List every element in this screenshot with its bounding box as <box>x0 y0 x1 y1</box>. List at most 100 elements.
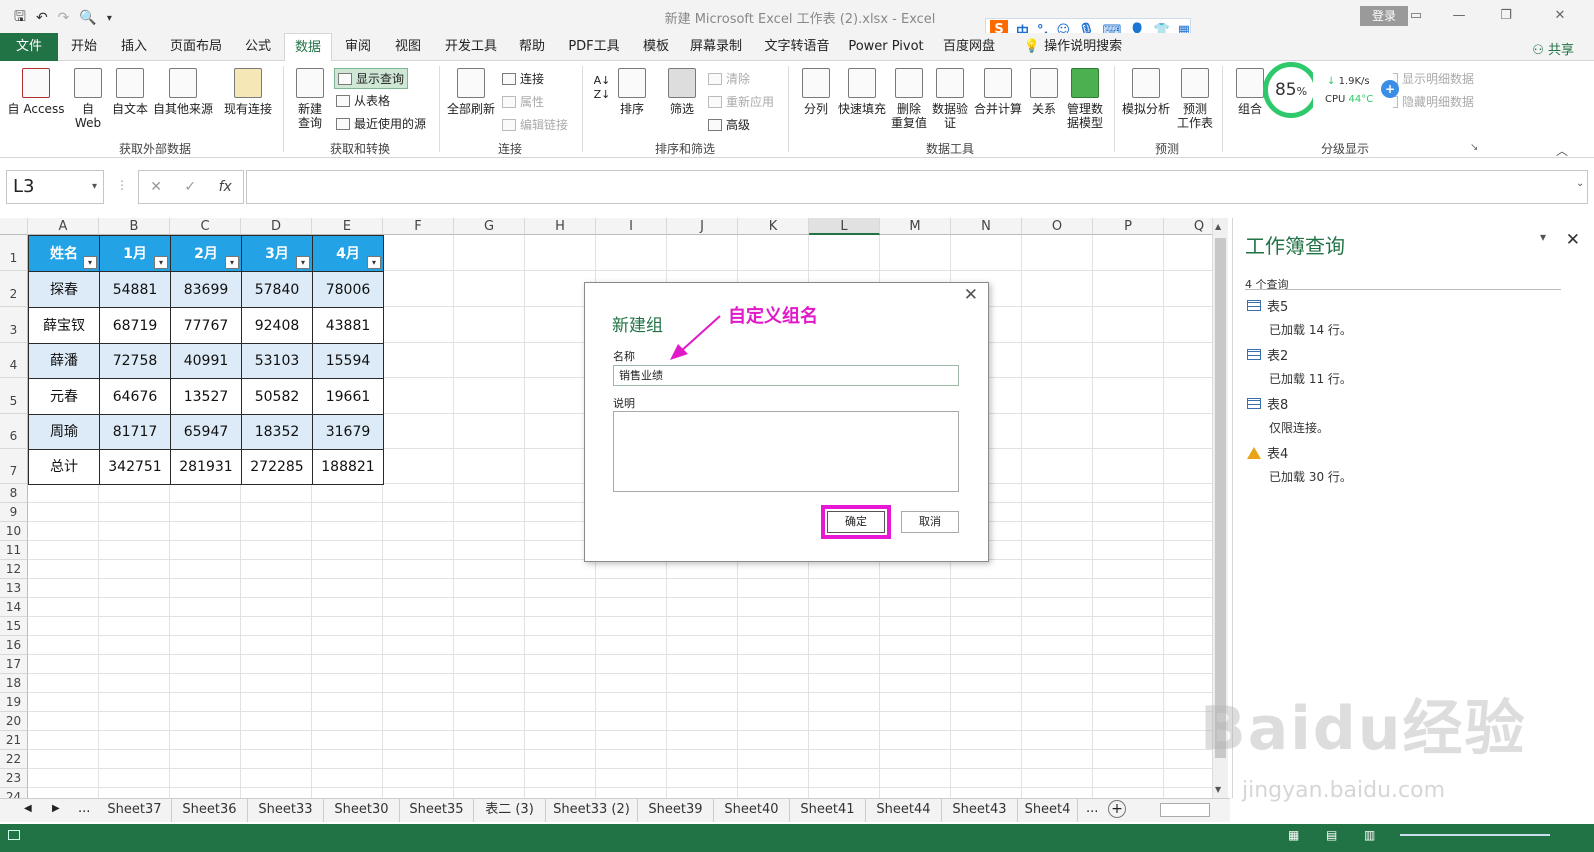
row-header[interactable]: 5 <box>0 378 28 414</box>
restore-icon[interactable]: ❐ <box>1494 6 1518 26</box>
name-box[interactable]: L3 ▾ <box>6 170 104 204</box>
more-sheets-right[interactable]: ... <box>1086 801 1098 816</box>
remove-duplicates-button[interactable]: 删除 重复值 <box>890 68 928 130</box>
cancel-icon[interactable]: ✕ <box>150 179 162 195</box>
from-other-sources-button[interactable]: 自其他来源 <box>152 68 214 116</box>
table-cell[interactable]: 77767 <box>170 307 242 344</box>
table-header-cell[interactable]: 姓名 ▾ <box>28 235 100 272</box>
table-cell[interactable]: 54881 <box>99 271 171 308</box>
tab-review[interactable]: 审阅 <box>338 33 378 61</box>
login-button[interactable]: 登录 <box>1360 6 1408 26</box>
tab-data[interactable]: 数据 <box>284 33 332 62</box>
table-cell[interactable]: 薛潘 <box>28 343 100 379</box>
sheet-tab[interactable]: Sheet41 <box>790 799 866 822</box>
collapse-ribbon-icon[interactable]: ︿ <box>1556 142 1568 159</box>
enter-icon[interactable]: ✓ <box>184 179 196 195</box>
row-header[interactable]: 10 <box>0 522 28 541</box>
row-header[interactable]: 20 <box>0 712 28 731</box>
insert-function-icon[interactable]: fx <box>219 179 232 195</box>
close-icon[interactable]: ✕ <box>1548 6 1572 26</box>
customize-qat-icon[interactable]: ▾ <box>107 13 112 24</box>
column-header[interactable]: M <box>880 218 951 235</box>
existing-connections-button[interactable]: 现有连接 <box>222 68 274 116</box>
forecast-sheet-button[interactable]: 预测 工作表 <box>1176 68 1214 130</box>
row-header[interactable]: 8 <box>0 484 28 503</box>
sheet-tab[interactable]: Sheet43 <box>942 799 1018 822</box>
table-header-cell[interactable]: 1月 ▾ <box>99 235 171 272</box>
redo-icon[interactable]: ↷ <box>58 10 70 26</box>
table-cell[interactable]: 57840 <box>241 271 313 308</box>
column-header[interactable]: P <box>1093 218 1164 235</box>
column-header[interactable]: J <box>667 218 738 235</box>
table-cell[interactable]: 50582 <box>241 378 313 415</box>
column-header[interactable]: Q <box>1164 218 1212 235</box>
boost-icon[interactable]: + <box>1381 80 1399 98</box>
scroll-up-icon[interactable]: ▲ <box>1215 222 1221 231</box>
row-header[interactable]: 16 <box>0 636 28 655</box>
sheet-tab[interactable]: Sheet36 <box>172 799 248 822</box>
page-break-view-icon[interactable]: ▥ <box>1364 828 1375 842</box>
table-cell[interactable]: 342751 <box>99 449 171 485</box>
table-cell[interactable]: 43881 <box>312 307 384 344</box>
row-header[interactable]: 12 <box>0 560 28 579</box>
from-access-button[interactable]: 自 Access <box>6 68 66 116</box>
table-cell[interactable]: 53103 <box>241 343 313 379</box>
column-header[interactable]: L <box>809 218 880 235</box>
description-textarea[interactable] <box>613 411 959 492</box>
column-header[interactable]: F <box>383 218 454 235</box>
column-header[interactable]: C <box>170 218 241 235</box>
sheet-tab[interactable]: Sheet40 <box>714 799 790 822</box>
macro-record-icon[interactable] <box>8 830 20 840</box>
column-header[interactable]: B <box>99 218 170 235</box>
row-header[interactable]: 22 <box>0 750 28 769</box>
tab-home[interactable]: 开始 <box>64 33 104 61</box>
table-cell[interactable]: 13527 <box>170 378 242 415</box>
row-header[interactable]: 2 <box>0 271 28 307</box>
row-header[interactable]: 24 <box>0 788 28 798</box>
row-header[interactable]: 11 <box>0 541 28 560</box>
column-header[interactable]: E <box>312 218 383 235</box>
undo-icon[interactable]: ↶ <box>36 10 48 26</box>
group-name-input[interactable]: 销售业绩 <box>613 365 959 386</box>
row-header[interactable]: 3 <box>0 307 28 343</box>
row-header[interactable]: 7 <box>0 449 28 484</box>
filter-dropdown-icon[interactable]: ▾ <box>225 256 239 269</box>
next-sheet-icon[interactable]: ▶ <box>52 803 60 814</box>
table-cell[interactable]: 薛宝钗 <box>28 307 100 344</box>
table-cell[interactable]: 总计 <box>28 449 100 485</box>
table-cell[interactable]: 81717 <box>99 414 171 450</box>
column-header[interactable]: A <box>28 218 99 235</box>
from-text-button[interactable]: 自文本 <box>110 68 150 116</box>
sheet-tab[interactable]: Sheet33 (2) <box>546 799 638 822</box>
sheet-tab[interactable]: Sheet39 <box>638 799 714 822</box>
reapply-button[interactable]: 重新应用 <box>708 93 774 110</box>
sheet-tab[interactable]: 表二 (3) <box>474 799 546 822</box>
tab-help[interactable]: 帮助 <box>512 33 552 61</box>
column-header[interactable]: D <box>241 218 312 235</box>
filter-dropdown-icon[interactable]: ▾ <box>367 256 381 269</box>
row-header[interactable]: 9 <box>0 503 28 522</box>
table-cell[interactable]: 40991 <box>170 343 242 379</box>
sheet-tab[interactable]: Sheet33 <box>248 799 324 822</box>
save-icon[interactable]: 🖫 <box>14 6 26 30</box>
filter-dropdown-icon[interactable]: ▾ <box>154 256 168 269</box>
what-if-analysis-button[interactable]: 模拟分析 <box>1120 68 1172 116</box>
sheet-tab[interactable]: Sheet30 <box>324 799 400 822</box>
close-icon[interactable]: ✕ <box>964 285 978 305</box>
sheet-tab[interactable]: Sheet37 <box>98 799 172 822</box>
filter-dropdown-icon[interactable]: ▾ <box>296 256 310 269</box>
table-cell[interactable]: 探春 <box>28 271 100 308</box>
query-item[interactable]: 表4 已加载 30 行。 <box>1247 443 1352 485</box>
sort-button[interactable]: 排序 <box>616 68 648 116</box>
row-header[interactable]: 13 <box>0 579 28 598</box>
tab-view[interactable]: 视图 <box>388 33 428 61</box>
tab-developer[interactable]: 开发工具 <box>442 33 500 61</box>
table-cell[interactable]: 18352 <box>241 414 313 450</box>
tab-file[interactable]: 文件 <box>0 33 58 61</box>
table-cell[interactable]: 15594 <box>312 343 384 379</box>
tab-formulas[interactable]: 公式 <box>238 33 278 61</box>
show-queries-button[interactable]: 显示查询 <box>334 68 409 89</box>
tell-me-search[interactable]: 💡 操作说明搜索 <box>1018 33 1128 61</box>
table-header-cell[interactable]: 2月 ▾ <box>170 235 242 272</box>
sheet-tab[interactable]: Sheet4 <box>1018 799 1078 822</box>
